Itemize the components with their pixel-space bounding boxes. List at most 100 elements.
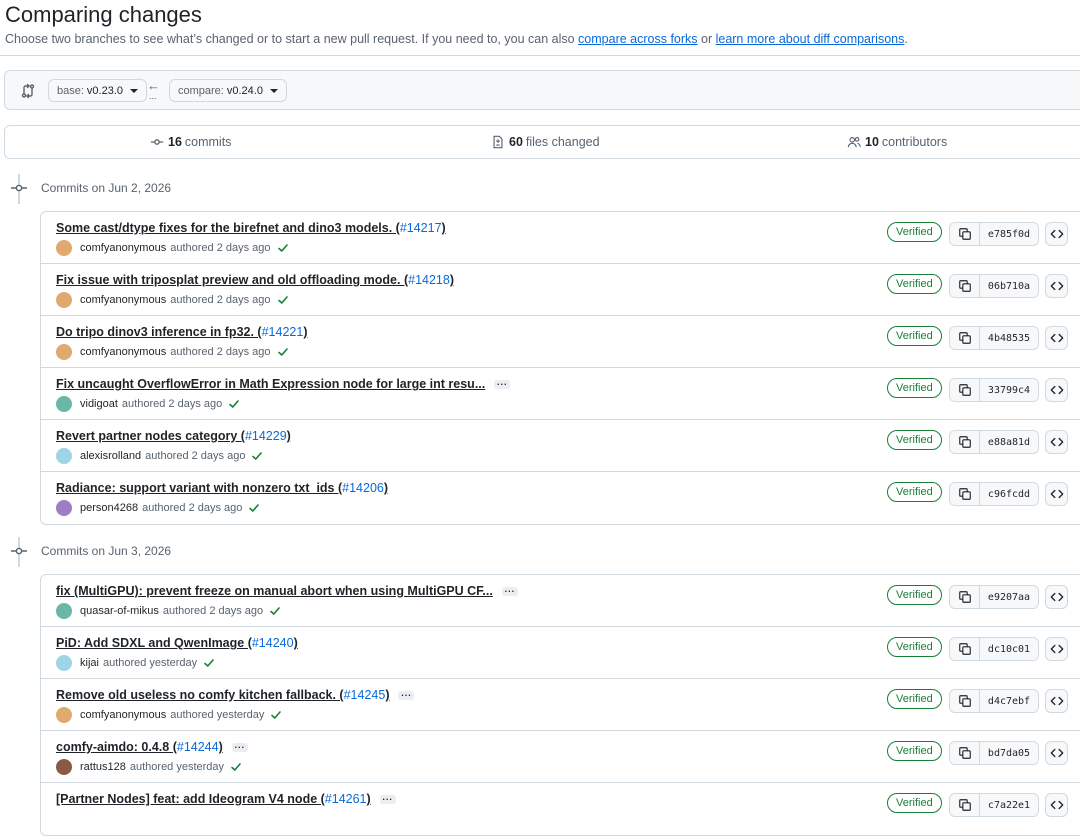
verified-badge[interactable]: Verified <box>887 274 942 294</box>
copy-sha-button[interactable] <box>950 742 980 764</box>
pull-request-link[interactable]: #14206 <box>342 481 384 495</box>
check-icon[interactable] <box>230 761 242 773</box>
commit-message-text[interactable]: Some cast/dtype fixes for the birefnet a… <box>56 221 400 235</box>
ellipsis-icon[interactable]: ... <box>398 688 415 700</box>
commit-message-text[interactable]: Revert partner nodes category ( <box>56 429 245 443</box>
commit-message[interactable]: [Partner Nodes] feat: add Ideogram V4 no… <box>56 792 396 806</box>
verified-badge[interactable]: Verified <box>887 378 942 398</box>
compare-across-forks-link[interactable]: compare across forks <box>578 32 697 46</box>
commit-message[interactable]: Remove old useless no comfy kitchen fall… <box>56 688 415 702</box>
browse-repo-button[interactable] <box>1045 430 1068 454</box>
copy-sha-button[interactable] <box>950 794 980 816</box>
commit-author[interactable]: comfyanonymous <box>80 294 166 306</box>
pull-request-link[interactable]: #14245 <box>344 688 386 702</box>
verified-badge[interactable]: Verified <box>887 689 942 709</box>
commit-message[interactable]: Some cast/dtype fixes for the birefnet a… <box>56 221 446 235</box>
avatar[interactable] <box>56 448 72 464</box>
files-changed-tab[interactable]: 60 files changed <box>491 135 600 149</box>
verified-badge[interactable]: Verified <box>887 637 942 657</box>
commit-sha-link[interactable]: c96fcdd <box>980 483 1038 505</box>
commit-author[interactable]: quasar-of-mikus <box>80 605 159 617</box>
check-icon[interactable] <box>248 502 260 514</box>
commit-sha-link[interactable]: e88a81d <box>980 431 1038 453</box>
commit-message-text[interactable]: Fix uncaught OverflowError in Math Expre… <box>56 377 485 391</box>
base-branch-select[interactable]: base: v0.23.0 <box>48 79 148 102</box>
commit-message[interactable]: Radiance: support variant with nonzero t… <box>56 481 388 495</box>
pull-request-link[interactable]: #14240 <box>252 636 294 650</box>
commit-message-text[interactable]: [Partner Nodes] feat: add Ideogram V4 no… <box>56 792 325 806</box>
avatar[interactable] <box>56 292 72 308</box>
commit-message[interactable]: fix (MultiGPU): prevent freeze on manual… <box>56 584 518 598</box>
verified-badge[interactable]: Verified <box>887 482 942 502</box>
browse-repo-button[interactable] <box>1045 689 1068 713</box>
verified-badge[interactable]: Verified <box>887 326 942 346</box>
copy-sha-button[interactable] <box>950 223 980 245</box>
browse-repo-button[interactable] <box>1045 482 1068 506</box>
pull-request-link[interactable]: #14244 <box>177 740 219 754</box>
avatar[interactable] <box>56 655 72 671</box>
pull-request-link[interactable]: #14261 <box>325 792 367 806</box>
pull-request-link[interactable]: #14218 <box>408 273 450 287</box>
commit-sha-link[interactable]: d4c7ebf <box>980 690 1038 712</box>
commit-author[interactable]: alexisrolland <box>80 450 141 462</box>
check-icon[interactable] <box>277 242 289 254</box>
check-icon[interactable] <box>269 605 281 617</box>
commit-message[interactable]: comfy-aimdo: 0.4.8 (#14244)... <box>56 740 248 754</box>
browse-repo-button[interactable] <box>1045 326 1068 350</box>
contributors-tab[interactable]: 10 contributors <box>847 135 947 149</box>
commit-message-text[interactable]: PiD: Add SDXL and QwenImage ( <box>56 636 252 650</box>
copy-sha-button[interactable] <box>950 379 980 401</box>
verified-badge[interactable]: Verified <box>887 585 942 605</box>
copy-sha-button[interactable] <box>950 327 980 349</box>
check-icon[interactable] <box>228 398 240 410</box>
avatar[interactable] <box>56 603 72 619</box>
commit-sha-link[interactable]: 4b48535 <box>980 327 1038 349</box>
avatar[interactable] <box>56 240 72 256</box>
copy-sha-button[interactable] <box>950 638 980 660</box>
commit-author[interactable]: comfyanonymous <box>80 242 166 254</box>
commit-author[interactable]: kijai <box>80 657 99 669</box>
copy-sha-button[interactable] <box>950 690 980 712</box>
verified-badge[interactable]: Verified <box>887 222 942 242</box>
commits-tab[interactable]: 16 commits <box>150 135 231 149</box>
ellipsis-icon[interactable]: ... <box>494 377 511 389</box>
commit-sha-link[interactable]: dc10c01 <box>980 638 1038 660</box>
commit-sha-link[interactable]: e785f0d <box>980 223 1038 245</box>
browse-repo-button[interactable] <box>1045 222 1068 246</box>
commit-message-text[interactable]: comfy-aimdo: 0.4.8 ( <box>56 740 177 754</box>
browse-repo-button[interactable] <box>1045 741 1068 765</box>
compare-branch-select[interactable]: compare: v0.24.0 <box>169 79 287 102</box>
verified-badge[interactable]: Verified <box>887 741 942 761</box>
browse-repo-button[interactable] <box>1045 793 1068 817</box>
avatar[interactable] <box>56 500 72 516</box>
avatar[interactable] <box>56 396 72 412</box>
ellipsis-icon[interactable]: ... <box>379 792 396 804</box>
check-icon[interactable] <box>277 294 289 306</box>
check-icon[interactable] <box>251 450 263 462</box>
commit-message[interactable]: Fix issue with triposplat preview and ol… <box>56 273 454 287</box>
avatar[interactable] <box>56 707 72 723</box>
browse-repo-button[interactable] <box>1045 378 1068 402</box>
commit-author[interactable]: rattus128 <box>80 761 126 773</box>
commit-message-text[interactable]: Radiance: support variant with nonzero t… <box>56 481 342 495</box>
commit-message-text[interactable]: Fix issue with triposplat preview and ol… <box>56 273 408 287</box>
commit-message[interactable]: PiD: Add SDXL and QwenImage (#14240) <box>56 636 298 650</box>
check-icon[interactable] <box>270 709 282 721</box>
avatar[interactable] <box>56 344 72 360</box>
browse-repo-button[interactable] <box>1045 274 1068 298</box>
verified-badge[interactable]: Verified <box>887 430 942 450</box>
commit-author[interactable]: vidigoat <box>80 398 118 410</box>
commit-sha-link[interactable]: 06b710a <box>980 275 1038 297</box>
commit-sha-link[interactable]: bd7da05 <box>980 742 1038 764</box>
pull-request-link[interactable]: #14221 <box>262 325 304 339</box>
verified-badge[interactable]: Verified <box>887 793 942 813</box>
commit-author[interactable]: person4268 <box>80 502 138 514</box>
check-icon[interactable] <box>203 657 215 669</box>
commit-sha-link[interactable]: e9207aa <box>980 586 1038 608</box>
commit-message[interactable]: Fix uncaught OverflowError in Math Expre… <box>56 377 511 391</box>
ellipsis-icon[interactable]: ... <box>501 584 518 596</box>
check-icon[interactable] <box>277 346 289 358</box>
commit-message-text[interactable]: Do tripo dinov3 inference in fp32. ( <box>56 325 262 339</box>
copy-sha-button[interactable] <box>950 483 980 505</box>
copy-sha-button[interactable] <box>950 431 980 453</box>
